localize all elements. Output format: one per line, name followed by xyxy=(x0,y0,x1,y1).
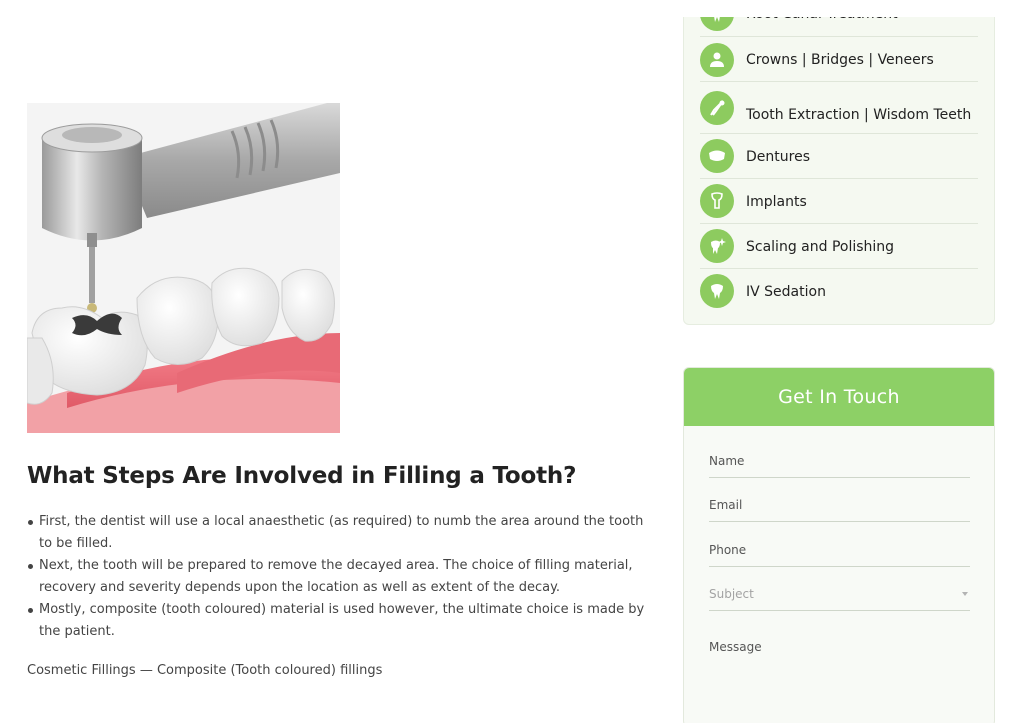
tooth-icon xyxy=(700,274,734,308)
name-field[interactable]: Name xyxy=(709,450,970,478)
list-item: Mostly, composite (tooth coloured) mater… xyxy=(27,599,657,643)
implant-icon xyxy=(700,184,734,218)
cosmetic-fillings-heading: Cosmetic Fillings — Composite (Tooth col… xyxy=(27,663,383,678)
phone-placeholder: Phone xyxy=(709,543,747,557)
tooth-filling-illustration xyxy=(27,103,340,433)
service-label: Dentures xyxy=(746,149,810,165)
service-label: IV Sedation xyxy=(746,284,826,300)
sparkle-tooth-icon xyxy=(700,229,734,263)
service-label: Implants xyxy=(746,194,807,210)
service-label: Tooth Extraction | Wisdom Teeth xyxy=(746,107,972,123)
forceps-icon xyxy=(700,91,734,125)
phone-field[interactable]: Phone xyxy=(709,539,970,567)
name-placeholder: Name xyxy=(709,454,745,468)
service-item-implants[interactable]: Implants xyxy=(700,184,978,229)
service-item-iv-sedation[interactable]: IV Sedation xyxy=(700,274,978,319)
subject-placeholder: Subject xyxy=(709,587,754,601)
steps-list: First, the dentist will use a local anae… xyxy=(27,511,657,643)
service-item-crowns[interactable]: Crowns | Bridges | Veneers xyxy=(700,43,978,88)
service-item-scaling[interactable]: Scaling and Polishing xyxy=(700,229,978,274)
service-item-extraction[interactable]: Tooth Extraction | Wisdom Teeth xyxy=(700,91,978,136)
message-placeholder: Message xyxy=(709,640,762,654)
service-item-dentures[interactable]: Dentures xyxy=(700,139,978,184)
list-item: First, the dentist will use a local anae… xyxy=(27,511,657,555)
email-placeholder: Email xyxy=(709,498,743,512)
service-label: Scaling and Polishing xyxy=(746,239,895,255)
crown-icon xyxy=(700,43,734,77)
section-title: What Steps Are Involved in Filling a Too… xyxy=(27,463,577,489)
email-field[interactable]: Email xyxy=(709,494,970,522)
contact-form-title: Get In Touch xyxy=(684,368,994,426)
page-top-overlay xyxy=(683,0,995,17)
subject-select[interactable]: Subject xyxy=(709,583,970,611)
chevron-down-icon xyxy=(962,592,968,596)
dentures-icon xyxy=(700,139,734,173)
service-label: Crowns | Bridges | Veneers xyxy=(746,52,934,68)
contact-form-card: Get In Touch Name Email Phone Subject Me… xyxy=(683,367,995,723)
dental-drill-image xyxy=(27,103,340,433)
list-item: Next, the tooth will be prepared to remo… xyxy=(27,555,657,599)
